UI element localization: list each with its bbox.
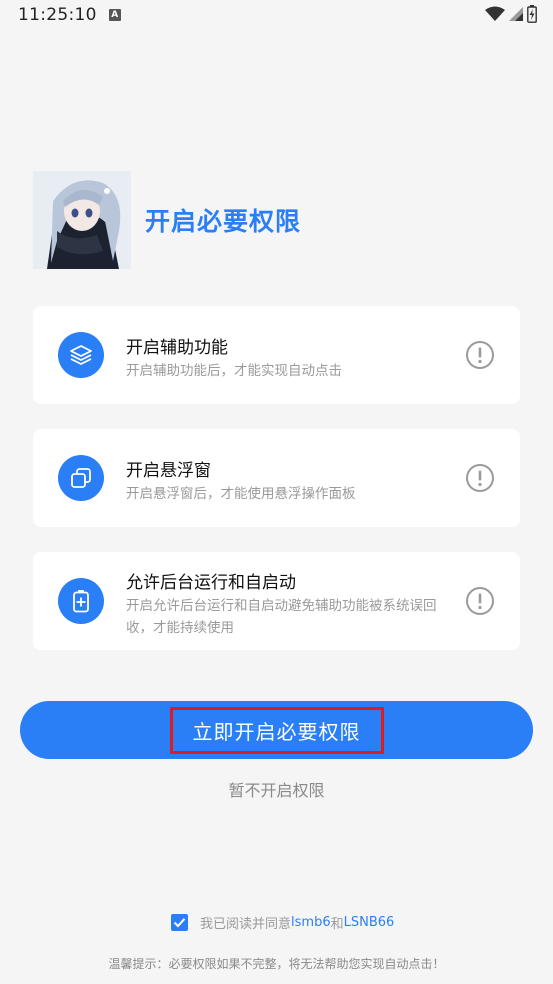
permission-title: 开启辅助功能 [126, 338, 228, 358]
background-icon-badge [58, 578, 104, 624]
info-icon[interactable] [465, 340, 495, 370]
permission-desc: 开启允许后台运行和自启动避免辅助功能被系统误回收，才能持续使用 [126, 598, 437, 636]
page-title: 开启必要权限 [145, 207, 302, 236]
permissions-header: 开启必要权限 [33, 171, 301, 269]
anime-avatar-illustration [33, 171, 131, 269]
tip-text: 温馨提示：必要权限如果不完整，将无法帮助您实现自动点击！ [108, 957, 445, 971]
check-icon [173, 918, 186, 928]
notification-a-icon: A [108, 9, 121, 21]
battery-charging-icon [527, 5, 537, 23]
layers-icon [70, 345, 92, 365]
enable-permissions-label: 立即开启必要权限 [169, 706, 384, 754]
enable-permissions-button[interactable]: 立即开启必要权限 [20, 701, 533, 759]
info-icon[interactable] [465, 463, 495, 493]
agreement-checkbox[interactable] [171, 914, 188, 931]
skip-permissions-link[interactable]: 暂不开启权限 [0, 777, 553, 801]
wifi-icon [485, 6, 505, 21]
battery-plus-icon [73, 590, 89, 613]
status-icons [485, 5, 537, 23]
permission-card-background[interactable]: 允许后台运行和自启动 开启允许后台运行和自启动避免辅助功能被系统误回收，才能持续… [33, 552, 520, 650]
permission-title: 开启悬浮窗 [126, 461, 211, 481]
signal-icon [509, 7, 523, 21]
status-time: 11:25:10 [18, 5, 97, 25]
permission-desc: 开启辅助功能后，才能实现自动点击 [126, 363, 342, 379]
agreement-row: 我已阅读并同意 lsmb6 和 LSNB66 [171, 913, 394, 932]
permission-card-overlay[interactable]: 开启悬浮窗 开启悬浮窗后，才能使用悬浮操作面板 [33, 429, 520, 527]
app-avatar [33, 171, 131, 269]
status-bar: 11:25:10 A [0, 0, 553, 30]
info-icon[interactable] [465, 586, 495, 616]
agreement-joiner: 和 [330, 917, 344, 932]
overlay-windows-icon [71, 468, 91, 488]
accessibility-icon-badge [58, 332, 104, 378]
agreement-text: 我已阅读并同意 [200, 917, 292, 932]
overlay-icon-badge [58, 455, 104, 501]
permission-card-accessibility[interactable]: 开启辅助功能 开启辅助功能后，才能实现自动点击 [33, 306, 520, 404]
permission-desc: 开启悬浮窗后，才能使用悬浮操作面板 [126, 486, 356, 502]
agreement-link-1[interactable]: lsmb6 [291, 915, 331, 930]
permission-title: 允许后台运行和自启动 [126, 573, 296, 593]
agreement-link-2[interactable]: LSNB66 [344, 915, 395, 930]
